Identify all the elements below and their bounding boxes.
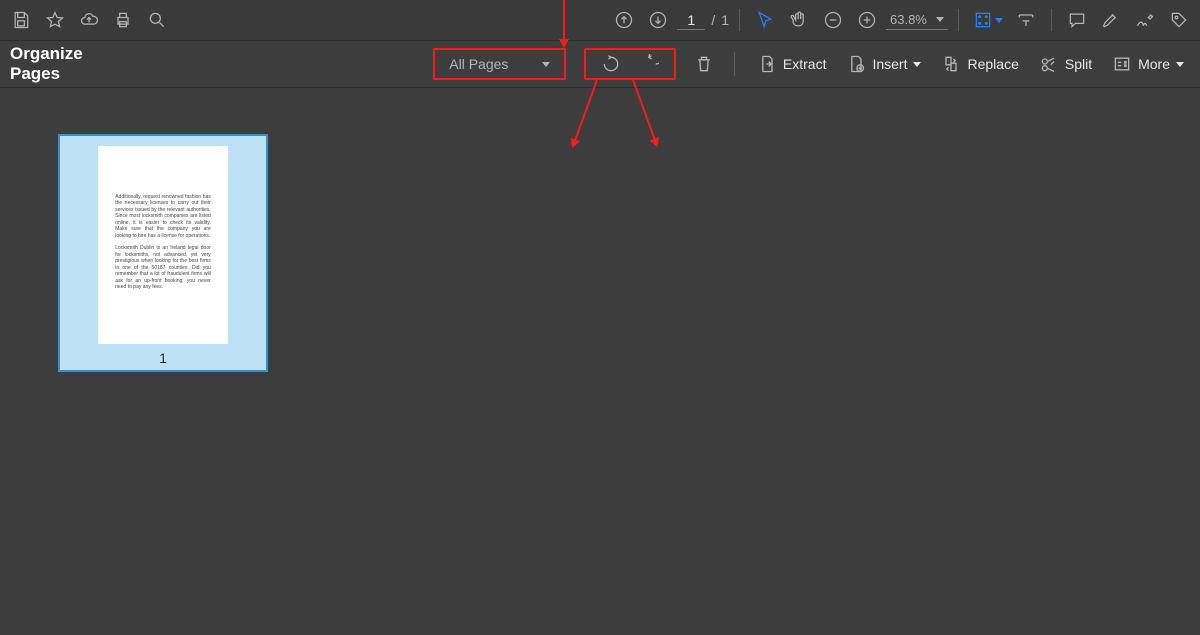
highlight-icon[interactable]	[1096, 5, 1126, 35]
page-range-dropdown[interactable]: All Pages	[433, 48, 566, 80]
split-button[interactable]: Split	[1033, 49, 1098, 79]
star-icon[interactable]	[40, 5, 70, 35]
toolbar-divider	[1051, 9, 1052, 31]
extract-button[interactable]: Extract	[751, 49, 833, 79]
chevron-down-icon	[936, 17, 944, 22]
search-icon[interactable]	[142, 5, 172, 35]
arrow-up-icon[interactable]	[609, 5, 639, 35]
main-toolbar: / 1 63.8%	[0, 0, 1200, 40]
annotation-arrow	[563, 0, 565, 46]
page-range-label: All Pages	[449, 56, 508, 72]
rotate-ccw-icon[interactable]	[596, 49, 626, 79]
total-pages: 1	[721, 12, 729, 28]
extract-label: Extract	[783, 56, 827, 72]
insert-button[interactable]: Insert	[840, 49, 927, 79]
zoom-dropdown[interactable]: 63.8%	[886, 10, 948, 30]
rotate-group	[584, 48, 676, 80]
page-number: 1	[159, 350, 167, 366]
fit-page-button[interactable]	[969, 5, 1007, 35]
page-preview: Additionally, request renowned fashion h…	[98, 146, 228, 344]
comment-icon[interactable]	[1062, 5, 1092, 35]
organize-pages-toolbar: Organize Pages All Pages Extract Insert …	[0, 40, 1200, 88]
workspace: Additionally, request renowned fashion h…	[0, 88, 1200, 635]
toolbar-divider	[739, 9, 740, 31]
zoom-value: 63.8%	[890, 12, 927, 27]
save-icon[interactable]	[6, 5, 36, 35]
tag-icon[interactable]	[1164, 5, 1194, 35]
chevron-down-icon	[913, 62, 921, 67]
chevron-down-icon	[995, 18, 1003, 23]
reflow-icon[interactable]	[1011, 5, 1041, 35]
more-button[interactable]: More	[1106, 49, 1190, 79]
chevron-down-icon	[1176, 62, 1184, 67]
replace-label: Replace	[967, 56, 1018, 72]
replace-button[interactable]: Replace	[935, 49, 1024, 79]
hand-tool-icon[interactable]	[784, 5, 814, 35]
page-thumbnail[interactable]: Additionally, request renowned fashion h…	[58, 134, 268, 372]
page-counter: / 1	[677, 11, 729, 30]
organize-title: Organize Pages	[10, 44, 127, 84]
zoom-out-icon[interactable]	[818, 5, 848, 35]
insert-label: Insert	[872, 56, 907, 72]
signature-icon[interactable]	[1130, 5, 1160, 35]
current-page-input[interactable]	[677, 11, 705, 30]
cloud-upload-icon[interactable]	[74, 5, 104, 35]
chevron-down-icon	[542, 62, 550, 67]
selection-tool-icon[interactable]	[750, 5, 780, 35]
split-label: Split	[1065, 56, 1092, 72]
delete-page-icon[interactable]	[690, 49, 718, 79]
toolbar-divider	[734, 52, 735, 76]
arrow-down-icon[interactable]	[643, 5, 673, 35]
more-label: More	[1138, 56, 1170, 72]
zoom-in-icon[interactable]	[852, 5, 882, 35]
page-sep: /	[711, 12, 715, 28]
toolbar-divider	[958, 9, 959, 31]
print-icon[interactable]	[108, 5, 138, 35]
rotate-cw-icon[interactable]	[634, 49, 664, 79]
